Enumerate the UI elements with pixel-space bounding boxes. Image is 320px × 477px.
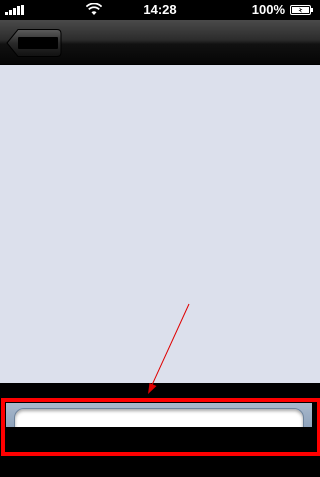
- battery-percent: 100%: [251, 2, 285, 17]
- back-button[interactable]: [6, 28, 62, 58]
- app-screen: 14:28 100%: [0, 0, 320, 477]
- composer-background: [6, 403, 312, 441]
- navigation-bar: [0, 20, 320, 65]
- chat-content-area[interactable]: [0, 65, 320, 383]
- status-bar: 14:28 100%: [0, 0, 320, 20]
- redaction-bar: [6, 427, 312, 441]
- message-composer: [0, 396, 320, 452]
- battery-charging-icon: [290, 5, 313, 15]
- back-label-redaction: [18, 37, 58, 49]
